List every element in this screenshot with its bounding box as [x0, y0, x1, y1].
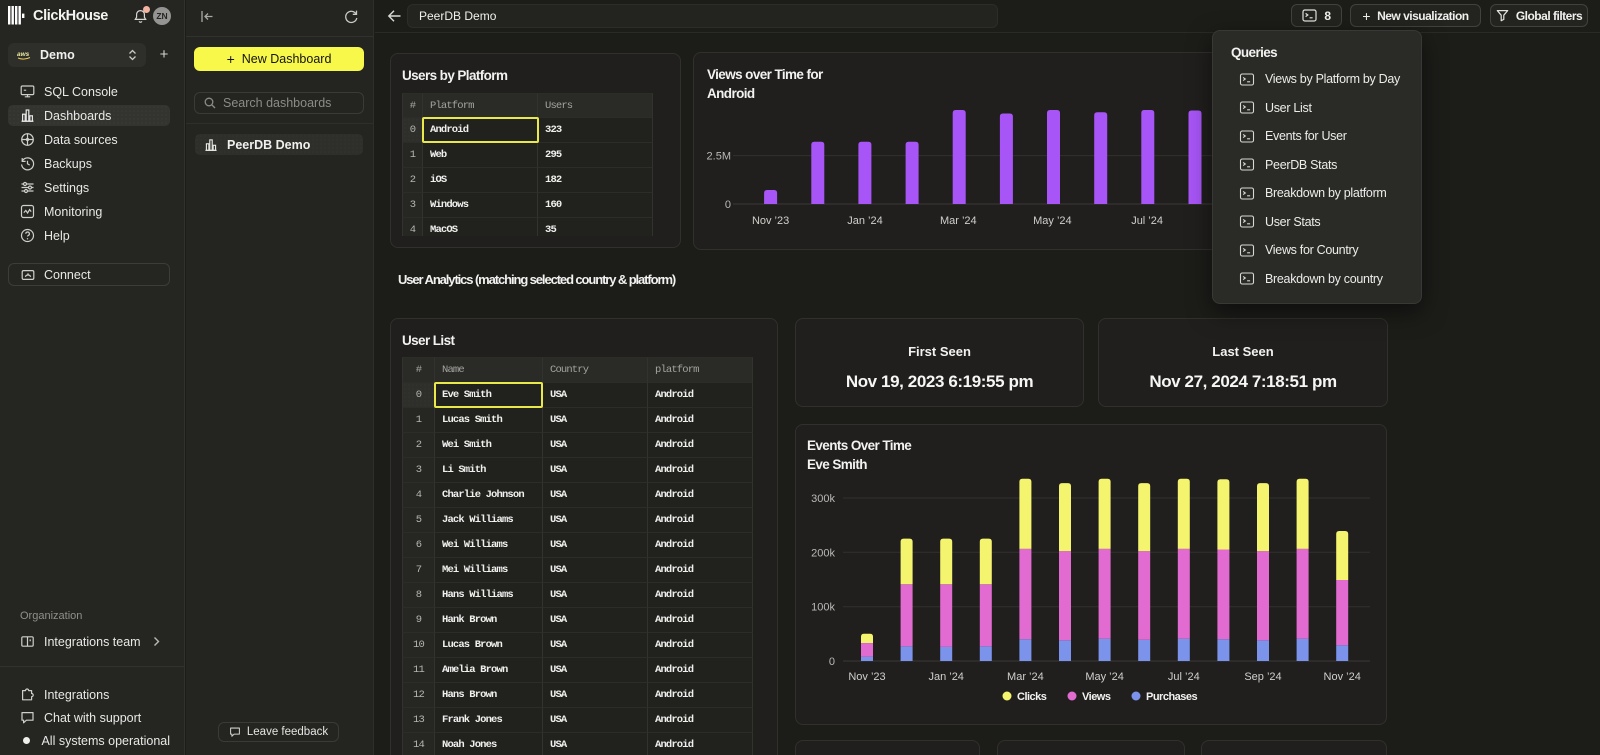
- svg-text:Clicks: Clicks: [1017, 691, 1047, 703]
- svg-text:300k: 300k: [811, 493, 835, 505]
- svg-text:2.5M: 2.5M: [707, 151, 731, 163]
- svg-text:Jan ’24: Jan ’24: [928, 671, 963, 683]
- svg-text:100k: 100k: [811, 602, 835, 614]
- svg-text:Nov ’23: Nov ’23: [848, 671, 885, 683]
- svg-text:0: 0: [829, 656, 835, 668]
- svg-text:May ’24: May ’24: [1085, 671, 1124, 683]
- svg-text:May ’24: May ’24: [1033, 215, 1072, 227]
- svg-text:0: 0: [725, 199, 731, 211]
- svg-text:200k: 200k: [811, 547, 835, 559]
- svg-text:Jul ’24: Jul ’24: [1168, 671, 1200, 683]
- svg-text:Purchases: Purchases: [1146, 691, 1198, 703]
- svg-text:Sep ’24: Sep ’24: [1244, 671, 1281, 683]
- svg-text:aws: aws: [17, 51, 30, 58]
- svg-text:Views: Views: [1082, 691, 1111, 703]
- svg-text:Mar ’24: Mar ’24: [940, 215, 977, 227]
- svg-text:Jan ’24: Jan ’24: [847, 215, 882, 227]
- svg-text:Nov ’23: Nov ’23: [752, 215, 789, 227]
- svg-text:Jul ’24: Jul ’24: [1131, 215, 1163, 227]
- svg-text:Mar ’24: Mar ’24: [1007, 671, 1044, 683]
- svg-text:Nov ’24: Nov ’24: [1324, 671, 1361, 683]
